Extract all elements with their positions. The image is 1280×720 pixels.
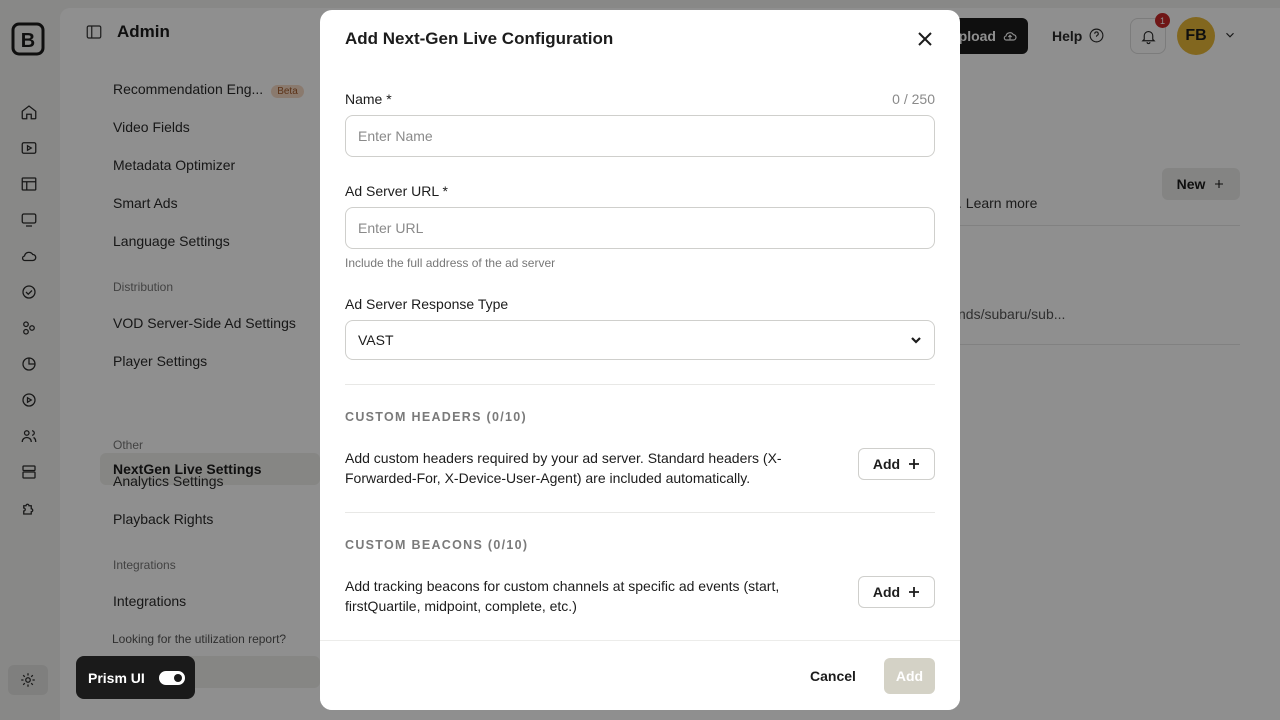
name-input[interactable] (345, 115, 935, 157)
response-type-label: Ad Server Response Type (345, 296, 509, 312)
response-type-select[interactable]: VAST (345, 320, 935, 360)
add-beacon-button[interactable]: Add (858, 576, 935, 608)
add-header-button[interactable]: Add (858, 448, 935, 480)
submit-add-button[interactable]: Add (884, 658, 935, 694)
add-configuration-modal: Add Next-Gen Live Configuration Name * 0… (320, 10, 960, 710)
chevron-down-icon (911, 337, 921, 344)
prism-ui-toggle[interactable]: Prism UI (76, 656, 195, 699)
ad-server-url-label: Ad Server URL * (345, 183, 448, 199)
name-label: Name * (345, 91, 392, 107)
cancel-button[interactable]: Cancel (810, 668, 856, 684)
add-beacon-label: Add (872, 584, 901, 600)
modal-title: Add Next-Gen Live Configuration (345, 29, 614, 48)
plus-icon (909, 459, 920, 469)
custom-headers-description: Add custom headers required by your ad s… (345, 450, 782, 486)
name-char-count: 0 / 250 (892, 91, 935, 107)
plus-icon (909, 587, 920, 597)
prism-toggle-switch[interactable] (158, 670, 185, 685)
ad-server-url-helper: Include the full address of the ad serve… (345, 256, 556, 270)
add-header-label: Add (872, 456, 901, 472)
custom-beacons-title: CUSTOM BEACONS (0/10) (345, 538, 529, 552)
response-type-value: VAST (358, 332, 394, 348)
close-icon[interactable] (914, 28, 936, 50)
divider (345, 512, 935, 513)
divider (345, 384, 935, 385)
modal-footer: Cancel Add (320, 640, 960, 710)
custom-beacons-description: Add tracking beacons for custom channels… (345, 578, 780, 614)
ad-server-url-input[interactable] (345, 207, 935, 249)
custom-headers-title: CUSTOM HEADERS (0/10) (345, 410, 527, 424)
prism-ui-label: Prism UI (88, 669, 145, 686)
